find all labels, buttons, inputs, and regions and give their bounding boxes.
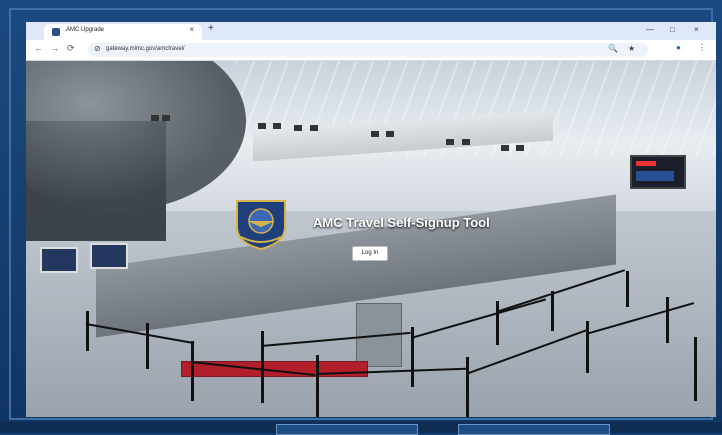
tab-bar: AMC Upgrade × + — □ × [26,22,716,40]
forward-icon[interactable]: → [50,44,59,53]
menu-icon[interactable]: ⋮ [698,44,706,52]
stanchion-post [146,323,149,369]
new-tab-icon[interactable]: + [208,24,214,34]
stanchion-post [466,357,469,417]
stanchion-post [191,341,194,401]
stanchion-post [496,301,499,345]
bottom-tab-right [458,424,610,435]
flight-info-screen [630,155,686,189]
tab-title: AMC Upgrade [66,27,105,33]
stanchion-post [626,271,629,307]
stanchion-post [261,331,264,403]
counter-sign [371,131,379,137]
counter-sign [294,125,302,131]
counter-sign [162,115,170,121]
counter-sign [151,115,159,121]
bookmark-star-icon[interactable]: ★ [628,45,635,53]
stanchion-post [551,291,554,331]
counter-sign [501,145,509,151]
stanchion-post [86,311,89,351]
browser-window: AMC Upgrade × + — □ × ← → ⟳ ⊘ gateway.mi… [26,22,716,417]
url-text[interactable]: gateway.mimc.gov/amctravel/ [106,46,185,52]
counter-sign [516,145,524,151]
minimize-icon[interactable]: — [646,26,654,34]
browser-tab[interactable]: AMC Upgrade × [44,24,202,40]
site-info-icon[interactable]: ⊘ [94,45,101,53]
favicon-icon [52,28,60,36]
stanchion-post [694,337,697,401]
profile-icon[interactable]: ● [676,44,681,52]
page-title: AMC Travel Self-Signup Tool [313,215,490,230]
log-in-button[interactable]: Log In [352,246,388,261]
browser-toolbar: ← → ⟳ ⊘ gateway.mimc.gov/amctravel/ 🔍 ★ … [26,40,716,61]
counter-sign [258,123,266,129]
counter-sign [446,139,454,145]
back-icon[interactable]: ← [34,44,43,53]
counter-sign [310,125,318,131]
display-monitor [40,247,78,273]
reload-icon[interactable]: ⟳ [67,44,75,53]
bottom-tab-left [276,424,418,435]
page-content: AMC Travel Self-Signup Tool Log In [26,61,716,417]
address-bar[interactable]: ⊘ gateway.mimc.gov/amctravel/ 🔍 ★ [88,43,648,57]
search-icon[interactable]: 🔍 [608,45,618,53]
counter-sign [386,131,394,137]
close-tab-icon[interactable]: × [189,26,194,34]
display-monitor [90,243,128,269]
maximize-icon[interactable]: □ [670,26,675,34]
counter-sign [462,139,470,145]
stanchion-post [666,297,669,343]
stanchion-post [316,355,319,417]
amc-shield-logo [236,200,286,251]
counter-sign [273,123,281,129]
close-window-icon[interactable]: × [694,26,699,34]
